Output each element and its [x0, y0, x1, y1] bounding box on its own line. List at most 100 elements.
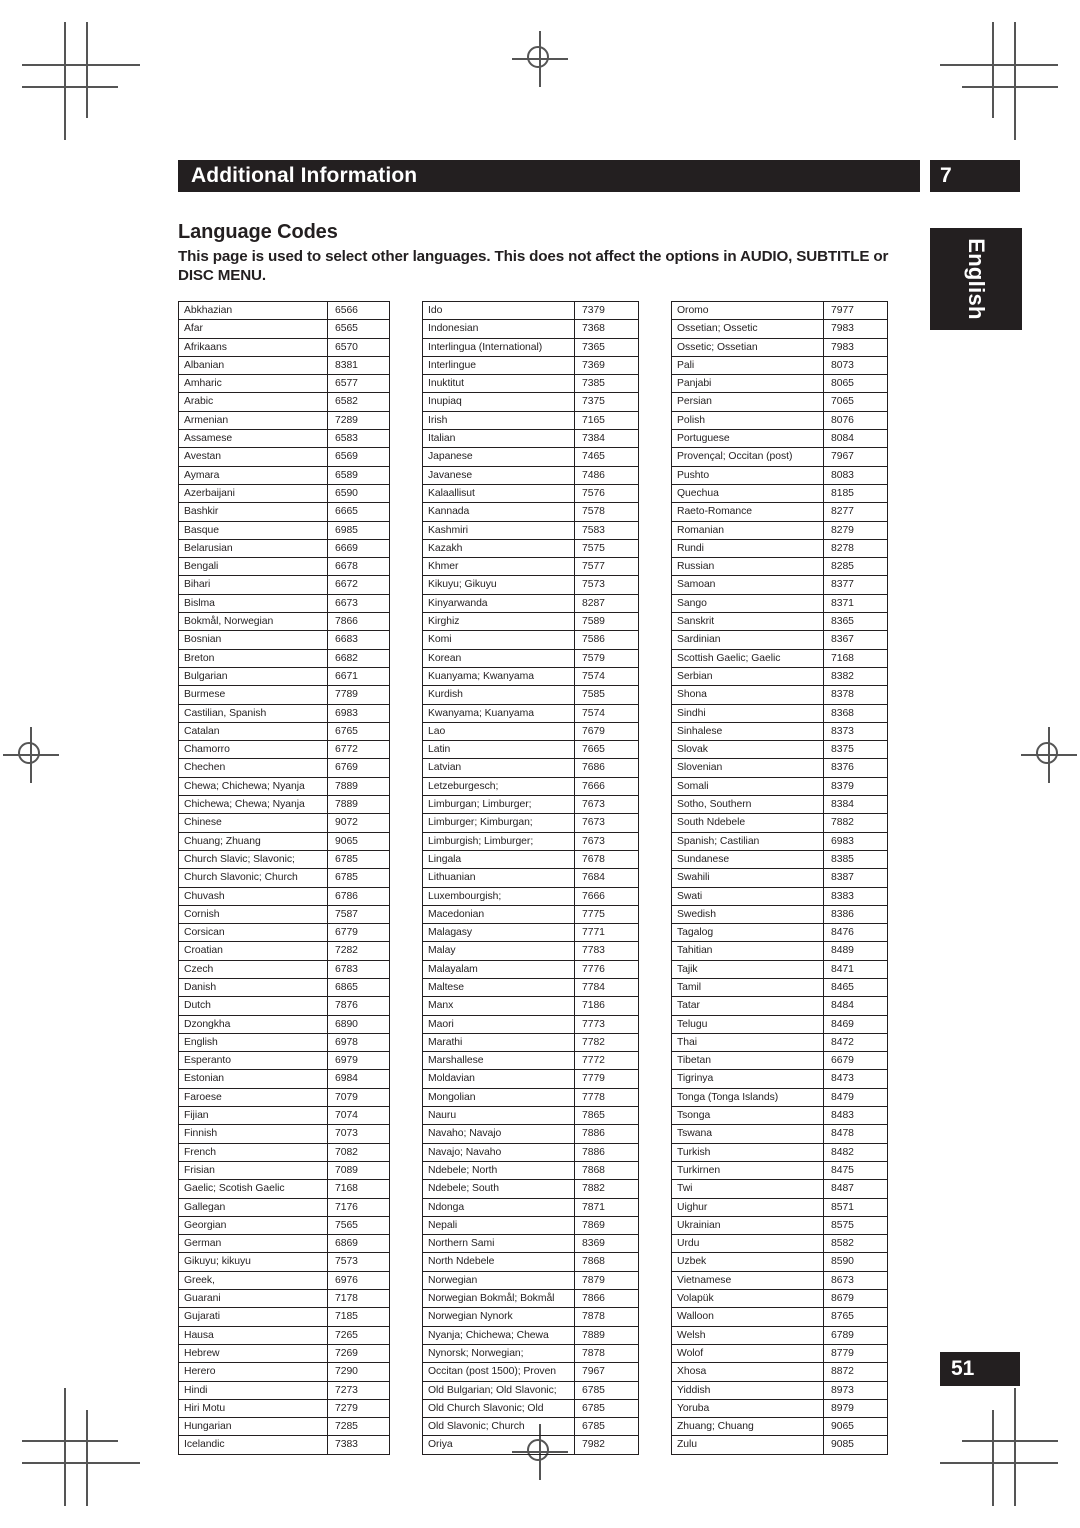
language-name-cell: Nepali: [422, 1215, 575, 1236]
language-name-cell: Portuguese: [671, 429, 824, 449]
language-code-cell: 6678: [327, 557, 390, 577]
language-row: Bislma 6673: [178, 593, 390, 614]
language-code-cell: 8478: [823, 1124, 888, 1144]
language-code-cell: 7589: [574, 612, 639, 632]
language-name-cell: Abkhazian: [178, 300, 328, 321]
language-name-cell: Moldavian: [422, 1069, 575, 1089]
language-code-cell: 7673: [574, 831, 639, 851]
language-name-cell: Sinhalese: [671, 721, 824, 742]
language-row: Afrikaans 6570: [178, 337, 390, 357]
language-row: Afar 6565: [178, 319, 390, 339]
language-name-cell: Raeto-Romance: [671, 502, 824, 522]
language-row: Manx 7186: [422, 996, 639, 1016]
language-row: Macedonian 7775: [422, 904, 639, 925]
language-name-cell: Azerbaijani: [178, 483, 328, 504]
language-code-cell: 7868: [574, 1252, 639, 1272]
language-name-cell: Tamil: [671, 977, 824, 998]
language-row: Inupiaq 7375: [422, 392, 639, 412]
language-name-cell: Chinese: [178, 813, 328, 833]
language-row: Italian 7384: [422, 429, 639, 449]
language-row: Chinese 9072: [178, 813, 390, 833]
language-code-cell: 6683: [327, 630, 390, 650]
language-name-cell: Ossetic; Ossetian: [671, 337, 824, 357]
language-code-cell: 8471: [823, 959, 888, 979]
language-name-cell: Slovak: [671, 740, 824, 760]
language-row: Old Bulgarian; Old Slavonic; 6785: [422, 1380, 639, 1400]
language-name-cell: Samoan: [671, 575, 824, 595]
language-row: Kwanyama; Kuanyama 7574: [422, 703, 639, 723]
language-row: Rundi 8278: [671, 538, 888, 559]
language-name-cell: Indonesian: [422, 319, 575, 339]
language-code-cell: 7771: [574, 923, 639, 943]
language-row: Limburger; Kimburgan; 7673: [422, 813, 639, 833]
language-row: Nynorsk; Norwegian; 7878: [422, 1343, 639, 1364]
language-row: Latin 7665: [422, 740, 639, 760]
language-table: Abkhazian 6566 Afar 6565 Afrikaans 6570 Albani…: [178, 300, 390, 1455]
language-code-cell: 6569: [327, 447, 390, 467]
chapter-number-label: 7: [940, 164, 952, 187]
language-row: Gujarati 7185: [178, 1307, 390, 1327]
language-name-cell: Persian: [671, 392, 824, 412]
language-name-cell: Irish: [422, 410, 575, 431]
language-name-cell: Dzongkha: [178, 1014, 328, 1034]
language-code-cell: 6589: [327, 465, 390, 485]
language-name-cell: Kashmiri: [422, 520, 575, 540]
language-code-cell: 7866: [327, 612, 390, 632]
language-row: Dzongkha 6890: [178, 1014, 390, 1034]
language-code-cell: 6890: [327, 1014, 390, 1034]
language-code-cell: 8377: [823, 575, 888, 595]
language-code-cell: 8277: [823, 502, 888, 522]
language-code-cell: 6577: [327, 374, 390, 394]
language-name-cell: Uighur: [671, 1197, 824, 1217]
language-name-cell: Kuanyama; Kwanyama: [422, 666, 575, 687]
language-code-cell: 6979: [327, 1051, 390, 1071]
language-row: Romanian 8279: [671, 520, 888, 540]
language-name-cell: Burmese: [178, 685, 328, 705]
language-code-cell: 7772: [574, 1051, 639, 1071]
language-code-cell: 7269: [327, 1343, 390, 1364]
language-name-cell: Volapük: [671, 1289, 824, 1309]
language-name-cell: Chewa; Chichewa; Nyanja: [178, 776, 328, 797]
language-code-cell: 8582: [823, 1234, 888, 1254]
language-code-cell: 7273: [327, 1380, 390, 1400]
language-row: Croatian 7282: [178, 941, 390, 961]
language-name-cell: Marathi: [422, 1032, 575, 1053]
language-row: Portuguese 8084: [671, 429, 888, 449]
language-name-cell: Finnish: [178, 1124, 328, 1144]
language-name-cell: Marshallese: [422, 1051, 575, 1071]
language-row: Sango 8371: [671, 593, 888, 614]
language-name-cell: Shona: [671, 685, 824, 705]
language-row: Sinhalese 8373: [671, 721, 888, 742]
language-code-cell: 7775: [574, 904, 639, 925]
language-row: Sanskrit 8365: [671, 612, 888, 632]
language-code-cell: 7089: [327, 1160, 390, 1181]
language-code-cell: 7679: [574, 721, 639, 742]
language-code-cell: 7282: [327, 941, 390, 961]
language-code-cell: 7869: [574, 1215, 639, 1236]
language-code-cell: 7289: [327, 410, 390, 431]
language-name-cell: Inuktitut: [422, 374, 575, 394]
language-code-cell: 7967: [823, 447, 888, 467]
language-code-cell: 6865: [327, 977, 390, 998]
language-code-cell: 8285: [823, 557, 888, 577]
language-code-cell: 7878: [574, 1343, 639, 1364]
language-row: Sindhi 8368: [671, 703, 888, 723]
language-name-cell: Lao: [422, 721, 575, 742]
language-code-cell: 6565: [327, 319, 390, 339]
language-code-cell: 7178: [327, 1289, 390, 1309]
language-row: Tahitian 8489: [671, 941, 888, 961]
language-row: Hiri Motu 7279: [178, 1398, 390, 1419]
language-row: French 7082: [178, 1142, 390, 1162]
language-name-cell: Bosnian: [178, 630, 328, 650]
language-row: Ossetian; Ossetic 7983: [671, 319, 888, 339]
language-code-cell: 7779: [574, 1069, 639, 1089]
language-name-cell: Bislma: [178, 593, 328, 614]
language-name-cell: Korean: [422, 648, 575, 668]
language-name-cell: Serbian: [671, 666, 824, 687]
running-header: Additional Information: [178, 160, 920, 192]
language-row: Serbian 8382: [671, 666, 888, 687]
language-row: Turkirnen 8475: [671, 1160, 888, 1181]
language-name-cell: Vietnamese: [671, 1270, 824, 1291]
language-code-cell: 8378: [823, 685, 888, 705]
language-row: Nauru 7865: [422, 1106, 639, 1126]
